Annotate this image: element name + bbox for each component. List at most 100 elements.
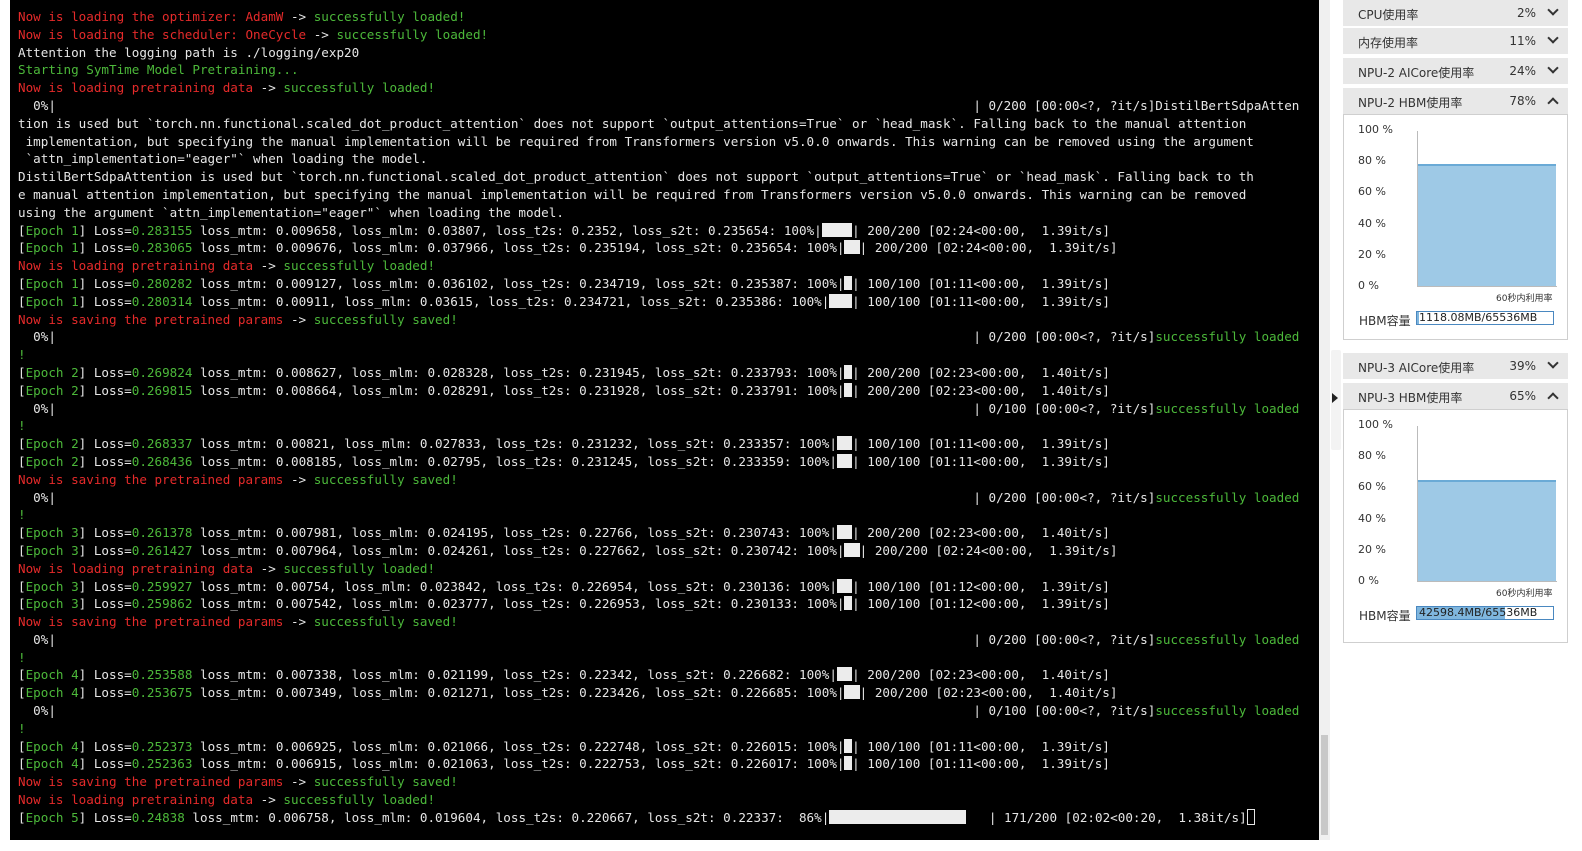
terminal-line: Now is saving the pretrained params -> s… (18, 773, 1318, 791)
terminal-text-segment: -> (253, 792, 284, 808)
terminal-text-segment: 0%| | 0/200 [00:00<?, ?it/s]DistilBertSd… (18, 97, 1300, 113)
y-tick-label: 60 % (1358, 185, 1386, 198)
chevron-down-icon[interactable] (1547, 4, 1559, 16)
terminal-text-segment: 0.24838 (131, 809, 185, 825)
y-tick-label: 20 % (1358, 248, 1386, 261)
npu2-aicore-value: 24% (1509, 64, 1536, 78)
terminal-text-segment: successfully loaded! (283, 258, 436, 274)
terminal-text-segment: | 100/100 [01:11<00:00, 1.39it/s] (852, 275, 1110, 291)
terminal-scrollbar[interactable] (1319, 0, 1330, 840)
terminal-text-segment: successfully loaded! (283, 80, 436, 96)
hbm-capacity-label: HBM容量 (1359, 314, 1411, 328)
terminal-text-segment: Now is saving the pretrained params (18, 774, 284, 790)
npu3-hbm-header[interactable]: NPU-3 HBM使用率 65% (1343, 383, 1568, 409)
terminal-text-segment: loss_mtm: 0.008185, loss_mlm: 0.02795, l… (192, 453, 837, 469)
terminal-text-segment: | 200/200 [02:24<00:00, 1.39it/s] (852, 222, 1110, 238)
terminal-text-segment: 0.268436 (131, 453, 193, 469)
terminal-line: [Epoch 4] Loss=0.253588 loss_mtm: 0.0073… (18, 666, 1318, 684)
chevron-down-icon[interactable] (1547, 357, 1559, 369)
y-tick-label: 100 % (1358, 418, 1393, 431)
terminal-text-segment: ! (18, 418, 26, 434)
memory-usage-value: 11% (1509, 34, 1536, 48)
terminal-text-segment: successfully saved! (313, 311, 458, 327)
npu3-hbm-label: NPU-3 HBM使用率 (1358, 391, 1463, 405)
terminal-text-segment: Epoch 3 (25, 578, 79, 594)
chevron-up-icon[interactable] (1547, 392, 1559, 404)
y-tick-label: 20 % (1358, 543, 1386, 556)
terminal-text-segment: Now is saving the pretrained params (18, 614, 284, 630)
npu2-aicore-header[interactable]: NPU-2 AICore使用率 24% (1343, 58, 1568, 84)
npu2-hbm-header[interactable]: NPU-2 HBM使用率 78% (1343, 88, 1568, 114)
npu3-hbm-usage-area (1418, 479, 1556, 581)
terminal-text-segment: -> (283, 311, 314, 327)
terminal-text-segment: loss_mtm: 0.006915, loss_mlm: 0.021063, … (192, 756, 845, 772)
terminal-text-segment: ] Loss= (78, 240, 132, 256)
progress-bar-fill (836, 436, 853, 451)
terminal-text-segment: loss_mtm: 0.009676, loss_mlm: 0.037966, … (192, 240, 845, 256)
terminal-text-segment: [ (18, 578, 26, 594)
terminal-text-segment: loss_mtm: 0.008627, loss_mlm: 0.028328, … (192, 364, 845, 380)
npu3-aicore-header[interactable]: NPU-3 AICore使用率 39% (1343, 353, 1568, 379)
terminal-text-segment: successfully saved! (313, 614, 458, 630)
terminal-line: [Epoch 1] Loss=0.283155 loss_mtm: 0.0096… (18, 222, 1318, 240)
terminal-text-segment: 0.259862 (131, 596, 193, 612)
chevron-down-icon[interactable] (1547, 32, 1559, 44)
chart-x-caption: 60秒内利用率 (1496, 589, 1553, 599)
y-tick-label: 40 % (1358, 217, 1386, 230)
progress-bar-fill (829, 293, 853, 308)
terminal-line: [Epoch 2] Loss=0.269815 loss_mtm: 0.0086… (18, 382, 1318, 400)
npu3-hbm-value: 65% (1509, 389, 1536, 403)
memory-usage-header[interactable]: 内存使用率 11% (1343, 28, 1568, 54)
terminal-line: [Epoch 1] Loss=0.280314 loss_mtm: 0.0091… (18, 293, 1318, 311)
terminal-text-segment: | 100/100 [01:11<00:00, 1.39it/s] (852, 436, 1110, 452)
terminal-text-segment: 0.280314 (131, 293, 193, 309)
npu2-hbm-usage-area (1418, 164, 1556, 286)
terminal-text-segment: loss_mtm: 0.00911, loss_mlm: 0.03615, lo… (192, 293, 830, 309)
npu2-hbm-chart-panel: 100 % 80 % 60 % 40 % 20 % 0 % 60秒内利用率 HB… (1343, 114, 1568, 340)
expand-arrow-icon[interactable] (1332, 393, 1338, 403)
terminal-text-segment: loss_mtm: 0.007964, loss_mlm: 0.024261, … (192, 542, 845, 558)
terminal-text-segment: ] Loss= (78, 542, 132, 558)
terminal-text-segment: e manual attention implementation, but s… (18, 186, 1247, 202)
progress-bar-fill (844, 685, 860, 700)
resource-monitor-panel: CPU使用率 2% 内存使用率 11% NPU-2 AICore使用率 24% … (1343, 0, 1582, 851)
terminal-text-segment: -> (253, 80, 284, 96)
terminal-line: 0%| | 0/200 [00:00<?, ?it/s]successfully… (18, 328, 1318, 346)
terminal-scroll-thumb[interactable] (1321, 735, 1328, 835)
terminal-text-segment: | 200/200 [02:24<00:00, 1.39it/s] (859, 240, 1118, 256)
terminal-text-segment: ] Loss= (78, 667, 132, 683)
npu2-hbm-capacity-value: 1118.08MB/65536MB (1419, 311, 1538, 324)
terminal-line: [Epoch 2] Loss=0.268436 loss_mtm: 0.0081… (18, 453, 1318, 471)
terminal-text-segment: 0.269824 (131, 364, 193, 380)
cpu-usage-header[interactable]: CPU使用率 2% (1343, 0, 1568, 26)
progress-bar-fill (836, 667, 853, 682)
terminal-text-segment: ] Loss= (78, 578, 132, 594)
terminal-text-segment: loss_mtm: 0.009658, loss_mlm: 0.03807, l… (192, 222, 822, 238)
chevron-down-icon[interactable] (1547, 62, 1559, 74)
terminal-output[interactable]: Now is loading the optimizer: AdamW -> s… (10, 0, 1319, 840)
chevron-up-icon[interactable] (1547, 97, 1559, 109)
terminal-text-segment: Epoch 1 (25, 240, 79, 256)
progress-bar-fill (836, 525, 853, 540)
terminal-text-segment: Now is loading pretraining data (18, 560, 254, 576)
terminal-text-segment: ] Loss= (78, 685, 132, 701)
terminal-text-segment: successfully loaded (1155, 703, 1300, 719)
terminal-text-segment: ! (18, 720, 26, 736)
terminal-line: [Epoch 3] Loss=0.261378 loss_mtm: 0.0079… (18, 524, 1318, 542)
terminal-text-segment: Epoch 4 (25, 738, 79, 754)
terminal-text-segment: [ (18, 525, 26, 541)
terminal-text-segment: successfully saved! (313, 471, 458, 487)
npu3-hbm-chart-panel: 100 % 80 % 60 % 40 % 20 % 0 % 60秒内利用率 HB… (1343, 409, 1568, 643)
npu3-hbm-capacity-value: 42598.4MB/65536MB (1419, 606, 1538, 619)
terminal-text-segment: loss_mtm: 0.009127, loss_mlm: 0.036102, … (192, 275, 845, 291)
terminal-text-segment: 0%| | 0/200 [00:00<?, ?it/s] (18, 631, 1156, 647)
terminal-text-segment: 0%| | 0/100 [00:00<?, ?it/s] (18, 400, 1156, 416)
terminal-line: [Epoch 3] Loss=0.259862 loss_mtm: 0.0075… (18, 595, 1318, 613)
terminal-text-segment: -> (283, 614, 314, 630)
y-tick-label: 100 % (1358, 123, 1393, 136)
terminal-text-segment: -> (253, 258, 284, 274)
terminal-text-segment: [ (18, 222, 26, 238)
terminal-text-segment: 0%| | 0/100 [00:00<?, ?it/s] (18, 703, 1156, 719)
progress-bar-fill (844, 596, 853, 611)
terminal-text-segment: 0%| | 0/200 [00:00<?, ?it/s] (18, 329, 1156, 345)
